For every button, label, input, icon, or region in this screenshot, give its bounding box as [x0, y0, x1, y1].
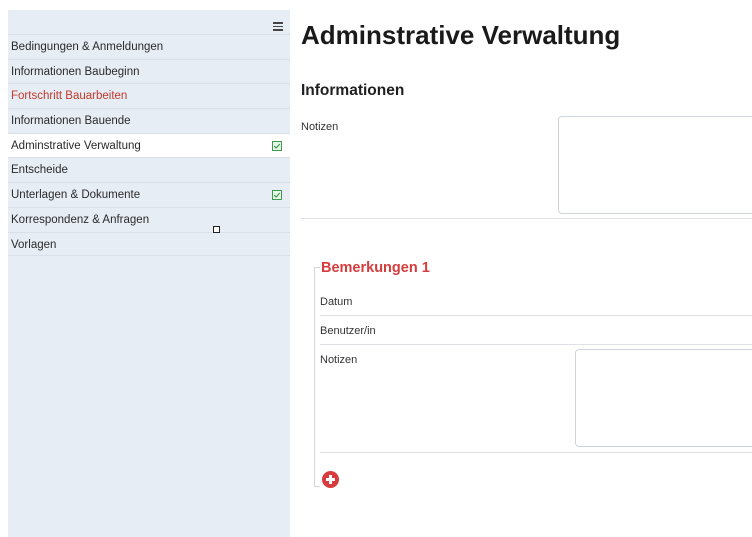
remarks-group-title: Bemerkungen 1: [321, 260, 430, 276]
sidebar-item-label: Entscheide: [11, 164, 68, 177]
sidebar-item-label: Bedingungen & Anmeldungen: [11, 41, 164, 53]
sidebar-item-unterlagen[interactable]: Unterlagen & Dokumente: [8, 182, 290, 207]
mouse-cursor-icon: [213, 226, 220, 233]
sidebar-item-bedingungen[interactable]: Bedingungen & Anmeldungen: [8, 34, 290, 59]
sidebar-item-korrespondenz[interactable]: Korrespondenz & Anfragen: [8, 206, 290, 232]
sidebar-item-label: Vorlagen: [11, 238, 57, 251]
row-divider: [320, 452, 752, 453]
notes-textarea[interactable]: [558, 116, 752, 214]
section-divider: [301, 218, 752, 219]
add-remark-button[interactable]: [322, 471, 339, 488]
date-label: Datum: [320, 296, 353, 308]
sidebar-item-label: Unterlagen & Dokumente: [11, 189, 141, 202]
user-label: Benutzer/in: [320, 325, 376, 337]
check-square-icon: [272, 140, 282, 151]
sidebar-item-vorlagen[interactable]: Vorlagen: [8, 231, 290, 257]
section-title-informationen: Informationen: [301, 82, 405, 99]
group-border: [314, 267, 315, 486]
remarks-notes-textarea[interactable]: [575, 349, 752, 447]
sidebar-item-informationen-baubeginn[interactable]: Informationen Baubeginn: [8, 58, 290, 84]
check-square-icon: [272, 190, 282, 201]
sidebar-item-entscheide[interactable]: Entscheide: [8, 157, 290, 182]
group-border-bottom: [314, 486, 320, 487]
notes-label: Notizen: [301, 121, 339, 133]
sidebar-item-informationen-bauende[interactable]: Informationen Bauende: [8, 108, 290, 133]
sidebar-item-label: Korrespondenz & Anfragen: [11, 213, 150, 226]
hamburger-icon[interactable]: [273, 22, 283, 31]
page-title: Adminstrative Verwaltung: [301, 20, 621, 50]
sidebar-item-label: Informationen Bauende: [11, 115, 131, 128]
sidebar: Bedingungen & Anmeldungen Informationen …: [8, 10, 290, 537]
row-divider: [320, 344, 752, 345]
sidebar-item-fortschritt[interactable]: Fortschritt Bauarbeiten: [8, 83, 290, 108]
sidebar-item-label: Adminstrative Verwaltung: [11, 139, 141, 152]
sidebar-item-label: Informationen Baubeginn: [11, 65, 140, 78]
sidebar-nav: Bedingungen & Anmeldungen Informationen …: [8, 34, 290, 257]
sidebar-item-adminstrative-verwaltung[interactable]: Adminstrative Verwaltung: [8, 132, 290, 158]
row-divider: [320, 315, 752, 316]
group-border-top: [314, 267, 320, 268]
app-window: Bedingungen & Anmeldungen Informationen …: [0, 0, 752, 537]
sidebar-item-label: Fortschritt Bauarbeiten: [11, 90, 128, 103]
